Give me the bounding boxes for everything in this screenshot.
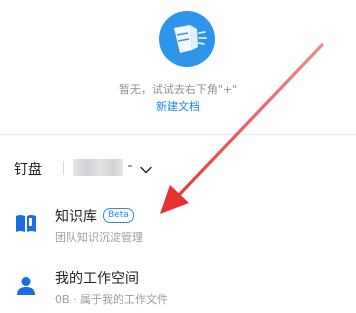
new-document-link[interactable]: 新建文档 <box>0 98 356 114</box>
header-separator <box>63 161 64 175</box>
list-item-knowledge-base[interactable] <box>0 196 356 250</box>
empty-state-message: 暂无，试试去右下角"+" <box>118 83 238 96</box>
drive-title: 钉盘 <box>14 162 42 178</box>
empty-folder-illustration-icon <box>159 11 215 67</box>
book-icon <box>15 213 37 237</box>
item-title-my-workspace: 我的工作空间 <box>55 271 139 287</box>
item-subtitle-knowledge-base: 团队知识沉淀管理 <box>55 231 143 244</box>
list-item-my-workspace[interactable] <box>0 258 356 312</box>
chevron-down-icon[interactable] <box>139 161 153 180</box>
section-divider <box>0 134 356 135</box>
item-subtitle-my-workspace: 0B · 属于我的工作文件 <box>55 293 169 306</box>
account-suffix <box>128 165 132 167</box>
beta-badge: Beta <box>103 208 134 223</box>
account-name-blurred[interactable] <box>73 159 123 176</box>
person-icon <box>15 275 37 301</box>
item-title-knowledge-base: 知识库 <box>55 209 97 225</box>
